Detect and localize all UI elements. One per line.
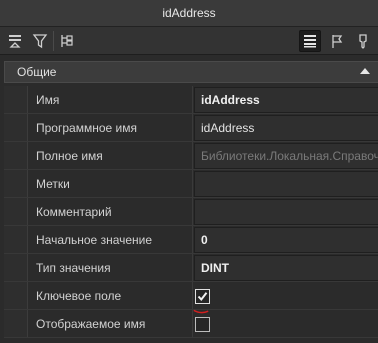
property-row-tags: Метки xyxy=(0,170,378,198)
property-rows: Имя idAddress Программное имя idAddress … xyxy=(0,86,378,338)
property-row-comment: Комментарий xyxy=(0,198,378,226)
property-label: Комментарий xyxy=(36,205,112,219)
property-label: Полное имя xyxy=(36,149,103,163)
tree-icon-button[interactable] xyxy=(56,30,78,52)
property-row-value-type: Тип значения DINT xyxy=(0,254,378,282)
property-label: Отображаемое имя xyxy=(36,317,146,331)
tree-icon xyxy=(61,35,73,47)
tags-field[interactable] xyxy=(194,171,378,197)
window-title: idAddress xyxy=(162,6,216,20)
list-view-icon xyxy=(304,35,316,48)
sort-icon-button[interactable] xyxy=(4,30,26,52)
comment-field[interactable] xyxy=(194,199,378,225)
property-row-key-field: Ключевое поле xyxy=(0,282,378,310)
display-name-cell xyxy=(194,311,378,337)
property-row-display-name: Отображаемое имя xyxy=(0,310,378,338)
property-row-program-name: Программное имя idAddress xyxy=(0,114,378,142)
property-label: Ключевое поле xyxy=(36,289,122,303)
flag-icon-button[interactable] xyxy=(326,30,348,52)
red-annotation-mark xyxy=(193,309,209,314)
section-title: Общие xyxy=(17,65,57,79)
section-header-general[interactable]: Общие xyxy=(4,61,378,83)
filter-icon-button[interactable] xyxy=(29,30,51,52)
property-row-name: Имя idAddress xyxy=(0,86,378,114)
property-label: Программное имя xyxy=(36,121,137,135)
initial-value-field[interactable]: 0 xyxy=(194,227,378,253)
property-row-full-name: Полное имя Библиотеки.Локальная.Справочн… xyxy=(0,142,378,170)
name-field[interactable]: idAddress xyxy=(194,87,378,113)
value-type-field[interactable]: DINT xyxy=(194,255,378,281)
property-label: Начальное значение xyxy=(36,233,153,247)
key-field-checkbox[interactable] xyxy=(195,289,210,304)
pin-icon-button[interactable] xyxy=(352,30,374,52)
property-row-initial-value: Начальное значение 0 xyxy=(0,226,378,254)
key-field-cell xyxy=(194,283,378,309)
property-grid: Общие Имя idAddress Программное имя idAd… xyxy=(0,55,378,343)
flag-icon xyxy=(332,35,343,48)
collapse-arrow-icon[interactable] xyxy=(360,68,370,74)
display-name-checkbox[interactable] xyxy=(195,317,210,332)
property-label: Тип значения xyxy=(36,261,111,275)
window-titlebar: idAddress xyxy=(0,0,378,27)
list-view-icon-button[interactable] xyxy=(299,30,321,52)
pin-icon xyxy=(359,34,367,49)
checkmark-icon xyxy=(197,292,208,302)
full-name-field[interactable]: Библиотеки.Локальная.Справочники xyxy=(194,143,378,169)
sort-icon xyxy=(9,35,21,48)
program-name-field[interactable]: idAddress xyxy=(194,115,378,141)
property-label: Имя xyxy=(36,93,60,107)
filter-icon xyxy=(32,34,48,49)
property-label: Метки xyxy=(36,177,70,191)
toolbar xyxy=(0,27,378,55)
